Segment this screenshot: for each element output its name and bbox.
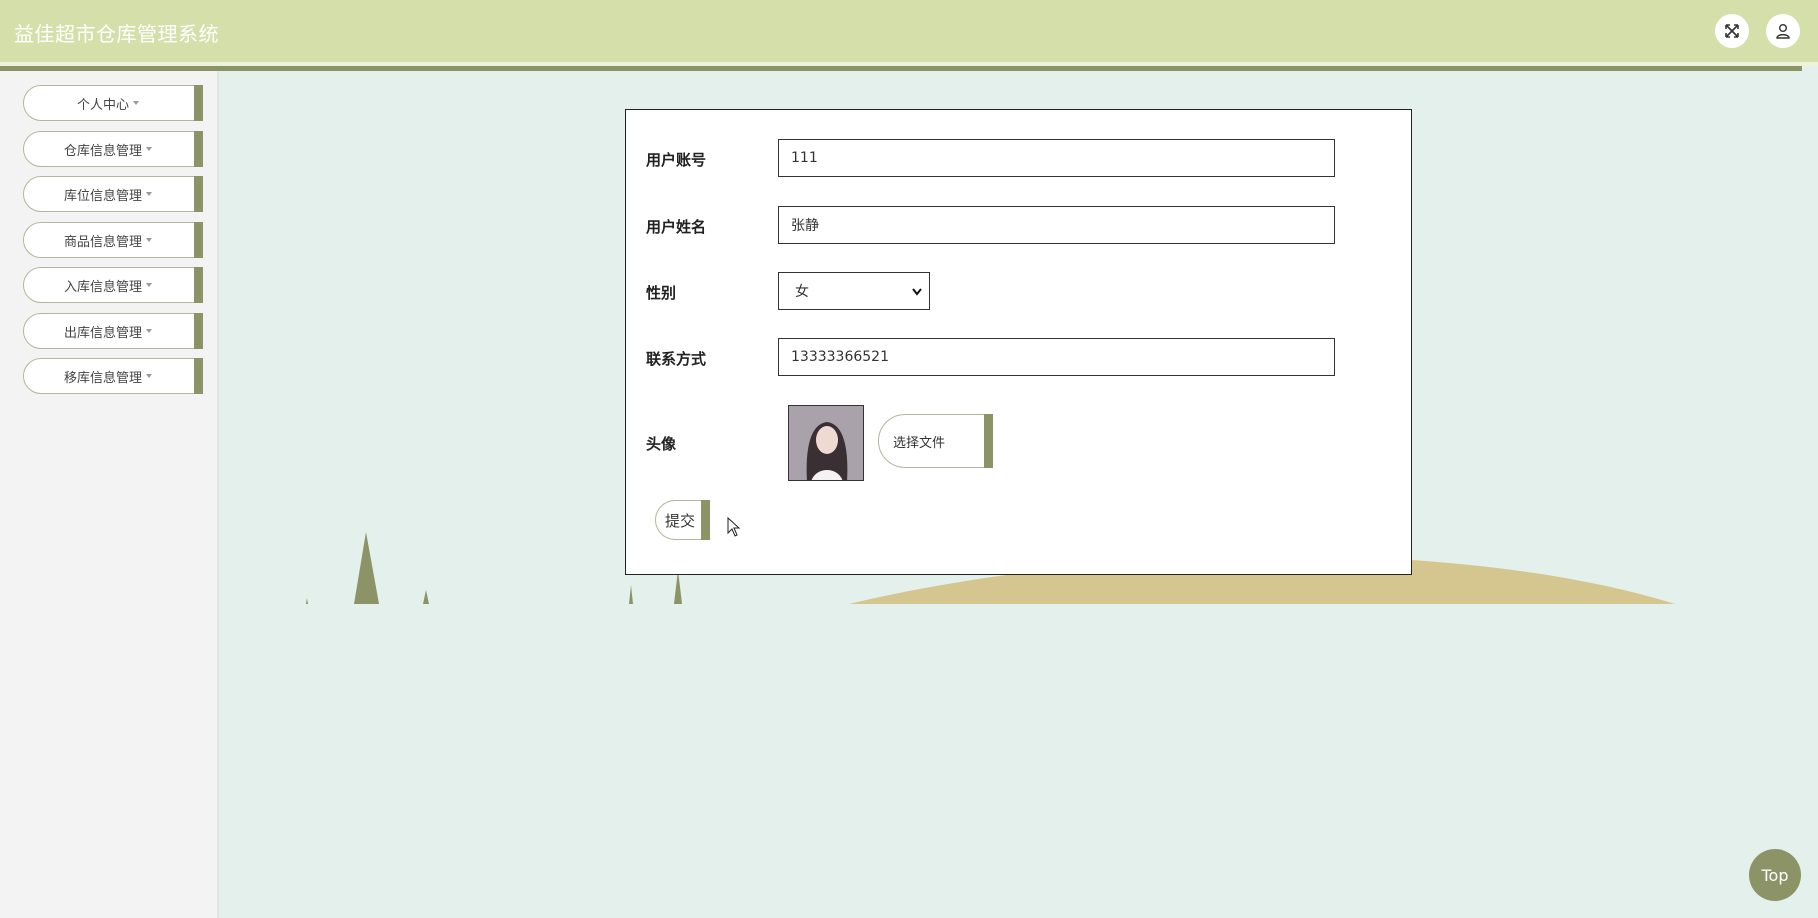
fullscreen-button[interactable] [1715, 14, 1749, 48]
chevron-down-icon [146, 329, 152, 333]
header-divider [0, 66, 1802, 71]
background-tree [354, 532, 379, 604]
chevron-down-icon [146, 283, 152, 287]
gender-label: 性别 [646, 284, 677, 302]
chevron-down-icon [133, 101, 139, 105]
avatar-photo [789, 406, 863, 480]
sidebar-item-label: 库位信息管理 [63, 188, 142, 204]
sidebar-item-warehouse[interactable]: 仓库信息管理 [23, 131, 203, 167]
sidebar-item-personal-center[interactable]: 个人中心 [23, 85, 203, 121]
background-tree [629, 585, 633, 604]
sidebar-item-label: 仓库信息管理 [63, 143, 142, 159]
app-title: 益佳超市仓库管理系统 [14, 22, 219, 46]
gender-select[interactable]: 女 [778, 272, 930, 310]
mouse-cursor-icon [727, 517, 741, 537]
account-label: 用户账号 [646, 151, 707, 169]
chevron-down-icon [912, 288, 922, 296]
phone-label: 联系方式 [646, 350, 707, 368]
chevron-down-icon [146, 374, 152, 378]
chevron-down-icon [146, 147, 152, 151]
choose-file-label: 选择文件 [893, 435, 946, 451]
back-to-top-label: Top [1761, 865, 1789, 885]
back-to-top-button[interactable]: Top [1749, 849, 1801, 901]
phone-value: 13333366521 [791, 349, 889, 365]
sidebar-item-inbound[interactable]: 入库信息管理 [23, 267, 203, 303]
sidebar-item-goods[interactable]: 商品信息管理 [23, 222, 203, 258]
sidebar-item-location[interactable]: 库位信息管理 [23, 176, 203, 212]
personal-info-form: 用户账号 111 用户姓名 张静 性别 女 联系方式 13333366521 头… [625, 109, 1412, 575]
name-label: 用户姓名 [646, 218, 707, 236]
phone-input[interactable]: 13333366521 [778, 338, 1335, 376]
background-tree [423, 590, 429, 604]
chevron-down-icon [146, 238, 152, 242]
choose-file-button[interactable]: 选择文件 [878, 414, 993, 468]
sidebar-item-label: 出库信息管理 [63, 325, 142, 341]
avatar-label: 头像 [646, 435, 677, 453]
user-button[interactable] [1766, 14, 1800, 48]
fullscreen-icon [1725, 24, 1739, 38]
app-header: 益佳超市仓库管理系统 [0, 0, 1818, 62]
account-value: 111 [791, 150, 818, 166]
gender-value: 女 [795, 284, 809, 300]
submit-label: 提交 [665, 511, 696, 530]
sidebar-item-label: 移库信息管理 [63, 370, 142, 386]
background-tree [674, 570, 682, 604]
avatar-image [788, 405, 864, 481]
background-tree [306, 598, 308, 604]
account-input[interactable]: 111 [778, 139, 1335, 177]
name-value: 张静 [791, 218, 819, 234]
sidebar-item-label: 入库信息管理 [63, 279, 142, 295]
name-input[interactable]: 张静 [778, 206, 1335, 244]
sidebar-item-label: 个人中心 [76, 97, 129, 113]
sidebar-item-transfer[interactable]: 移库信息管理 [23, 358, 203, 394]
chevron-down-icon [146, 192, 152, 196]
sidebar-item-label: 商品信息管理 [63, 234, 142, 250]
user-icon [1776, 24, 1790, 39]
sidebar: 个人中心 仓库信息管理 库位信息管理 商品信息管理 入库信息管理 出库信息管理 … [0, 71, 219, 918]
submit-button[interactable]: 提交 [655, 500, 710, 540]
sidebar-item-outbound[interactable]: 出库信息管理 [23, 313, 203, 349]
